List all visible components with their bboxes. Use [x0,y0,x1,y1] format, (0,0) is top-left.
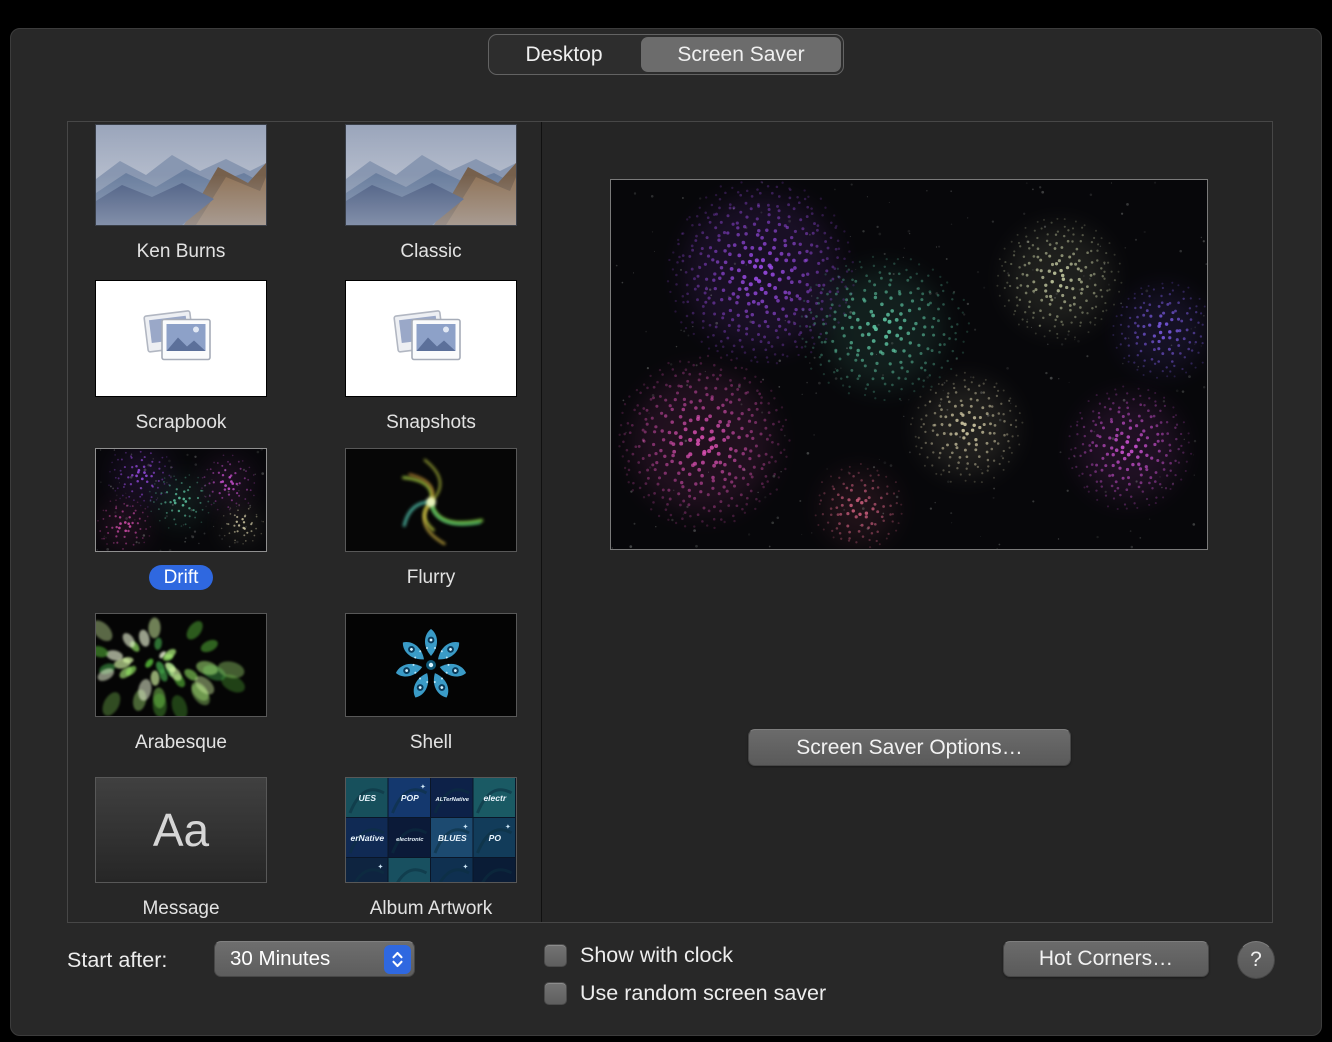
show-with-clock-checkbox[interactable]: Show with clock [544,940,826,971]
start-after-dropdown[interactable]: 30 Minutes [214,941,415,977]
saver-thumbnail-message: Aa [95,777,267,883]
tab-screen-saver-label: Screen Saver [677,43,804,67]
desktop-screensaver-preferences-window: Desktop Screen Saver Ken Burns Classic S… [10,28,1322,1036]
saver-item-scrapbook[interactable]: Scrapbook [95,280,267,436]
svg-text:✦: ✦ [463,863,469,871]
saver-label-snapshots: Snapshots [345,410,517,436]
tab-bar: Desktop Screen Saver [488,34,844,75]
svg-text:erNative: erNative [351,833,385,843]
tab-desktop[interactable]: Desktop [489,35,639,74]
use-random-screensaver-checkbox-box[interactable] [544,982,567,1005]
start-after-value: 30 Minutes [215,947,384,971]
saver-thumbnail-classic [345,124,517,226]
saver-item-snapshots[interactable]: Snapshots [345,280,517,436]
saver-thumbnail-shell [345,613,517,717]
saver-label-drift: Drift [95,565,267,591]
help-button-label: ? [1250,948,1262,972]
screen-saver-list: Ken Burns Classic Scrapbook Snapshots Dri… [68,122,542,922]
saver-thumbnail-drift [95,448,267,552]
svg-text:✦: ✦ [505,823,511,831]
selected-saver-pill: Drift [149,565,214,590]
saver-item-ken-burns[interactable]: Ken Burns [95,124,267,265]
screen-saver-preview [610,179,1208,550]
screen-saver-options-button[interactable]: Screen Saver Options… [748,729,1071,766]
saver-thumbnail-arabesque [95,613,267,717]
saver-label-ken-burns: Ken Burns [95,239,267,265]
preview-pane: Screen Saver Options… [542,122,1272,922]
tab-desktop-label: Desktop [525,43,602,67]
saver-thumbnail-ken-burns [95,124,267,226]
screen-saver-panel: Ken Burns Classic Scrapbook Snapshots Dri… [67,121,1273,923]
hot-corners-button[interactable]: Hot Corners… [1003,941,1209,977]
saver-label-classic: Classic [345,239,517,265]
svg-text:POP: POP [401,793,419,803]
saver-item-album-artwork[interactable]: UES✦POPALTerNativeelectrerNativeelectron… [345,777,517,922]
svg-text:electr: electr [483,793,506,803]
help-button[interactable]: ? [1237,941,1275,979]
use-random-screensaver-label: Use random screen saver [580,981,826,1006]
saver-thumbnail-scrapbook [95,280,267,397]
saver-thumbnail-album-artwork: UES✦POPALTerNativeelectrerNativeelectron… [345,777,517,883]
checkbox-group: Show with clock Use random screen saver [544,940,826,1016]
saver-label-album-artwork: Album Artwork [345,896,517,922]
saver-label-flurry: Flurry [345,565,517,591]
saver-item-arabesque[interactable]: Arabesque [95,613,267,756]
saver-item-classic[interactable]: Classic [345,124,517,265]
svg-text:PO: PO [489,833,502,843]
saver-thumbnail-snapshots [345,280,517,397]
saver-item-drift[interactable]: Drift [95,448,267,591]
saver-label-shell: Shell [345,730,517,756]
svg-text:Aa: Aa [153,804,210,856]
svg-text:✦: ✦ [378,863,384,871]
saver-label-scrapbook: Scrapbook [95,410,267,436]
start-after-label: Start after: [67,948,167,973]
svg-text:✦: ✦ [463,823,469,831]
stepper-up-down-icon [384,945,411,974]
show-with-clock-checkbox-box[interactable] [544,944,567,967]
saver-item-message[interactable]: Aa Message [95,777,267,922]
svg-text:BLUES: BLUES [438,833,467,843]
svg-text:UES: UES [359,793,377,803]
tab-screen-saver[interactable]: Screen Saver [639,35,843,74]
saver-label-message: Message [95,896,267,922]
show-with-clock-label: Show with clock [580,943,733,968]
saver-item-shell[interactable]: Shell [345,613,517,756]
use-random-screensaver-checkbox[interactable]: Use random screen saver [544,978,826,1009]
svg-text:ALTerNative: ALTerNative [435,797,470,803]
saver-item-flurry[interactable]: Flurry [345,448,517,591]
saver-label-arabesque: Arabesque [95,730,267,756]
saver-thumbnail-flurry [345,448,517,552]
svg-text:electronic: electronic [396,837,424,843]
svg-text:✦: ✦ [420,783,426,791]
